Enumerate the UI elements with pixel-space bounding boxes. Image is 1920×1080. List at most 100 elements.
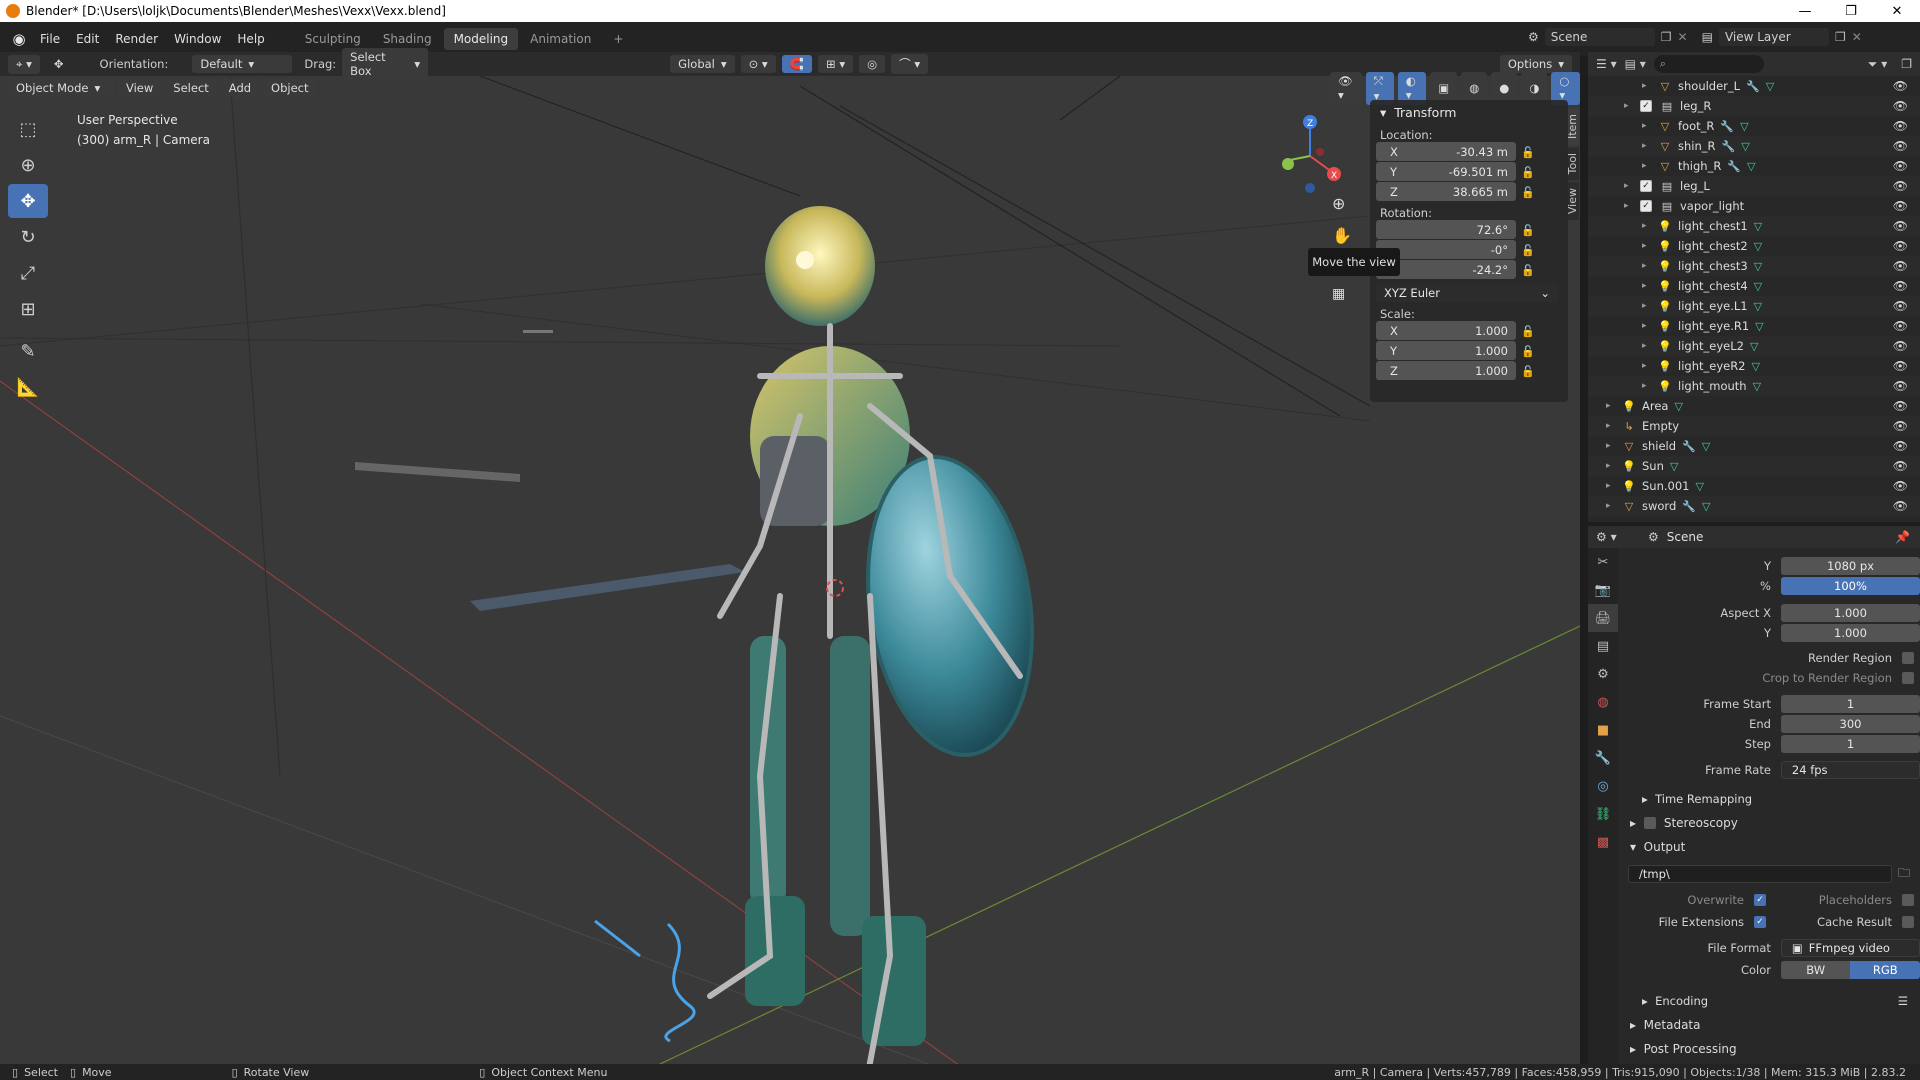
visibility-eye-icon[interactable]: 👁	[1893, 159, 1908, 173]
visibility-eye-icon[interactable]: 👁	[1893, 359, 1908, 373]
editor-type-button[interactable]: ⌖ ▾	[8, 54, 40, 74]
expand-arrow-icon[interactable]: ▸	[1642, 241, 1652, 251]
scale-tool-icon[interactable]: ⤢	[8, 256, 48, 290]
placeholders-checkbox[interactable]	[1902, 894, 1914, 906]
constraints-tab-icon[interactable]: ⛓	[1588, 800, 1618, 828]
scale-z-field[interactable]: Z 1.000	[1376, 361, 1516, 380]
frame-start-field[interactable]: 1	[1780, 695, 1920, 713]
transform-panel-header[interactable]: ▾ Transform	[1370, 100, 1568, 124]
snap-target-dropdown[interactable]: ⊞ ▾	[818, 55, 854, 73]
outliner-item[interactable]: ▸ 💡 light_mouth ▽ 👁	[1588, 376, 1920, 396]
falloff-dropdown[interactable]: ⌒ ▾	[891, 54, 929, 74]
color-rgb-button[interactable]: RGB	[1850, 961, 1920, 979]
world-tab-icon[interactable]: ◍	[1588, 688, 1618, 716]
tab-sculpting[interactable]: Sculpting	[295, 28, 371, 50]
expand-arrow-icon[interactable]: ▸	[1642, 121, 1652, 131]
select-box-tool-icon[interactable]: ⬚	[8, 112, 48, 146]
outliner-item[interactable]: ▸ ✓ ▤ leg_R 👁	[1588, 96, 1920, 116]
outliner-item[interactable]: ▸ 💡 light_eyeL2 ▽ 👁	[1588, 336, 1920, 356]
expand-arrow-icon[interactable]: ▸	[1606, 401, 1616, 411]
folder-icon[interactable]: 🗀	[1898, 864, 1910, 885]
resolution-percent-field[interactable]: 100%	[1780, 577, 1920, 595]
menu-add[interactable]: Add	[220, 79, 260, 97]
view-layer-icon[interactable]: ▤	[1702, 30, 1713, 44]
visibility-eye-icon[interactable]: 👁	[1893, 399, 1908, 413]
location-x-field[interactable]: X -30.43 m	[1376, 142, 1516, 161]
delete-view-layer-icon[interactable]: ✕	[1852, 30, 1862, 44]
visibility-eye-icon[interactable]: 👁	[1893, 259, 1908, 273]
metadata-section[interactable]: ▸ Metadata	[1622, 1014, 1920, 1036]
outliner-item[interactable]: ▸ ▽ sword 🔧 ▽ 👁	[1588, 496, 1920, 516]
menu-window[interactable]: Window	[166, 29, 229, 49]
visibility-eye-icon[interactable]: 👁	[1893, 379, 1908, 393]
stereoscopy-section[interactable]: ▸ Stereoscopy	[1622, 812, 1920, 834]
menu-object[interactable]: Object	[263, 79, 317, 97]
tab-animation[interactable]: Animation	[520, 28, 601, 50]
texture-tab-icon[interactable]: ▩	[1588, 828, 1618, 856]
measure-tool-icon[interactable]: 📐	[8, 370, 48, 404]
outliner-item[interactable]: ▸ 💡 Sun ▽ 👁	[1588, 456, 1920, 476]
outliner-item[interactable]: ▸ ↳ Empty 👁	[1588, 416, 1920, 436]
mode-dropdown[interactable]: Object Mode ▾	[8, 79, 114, 97]
add-workspace-icon[interactable]: +	[603, 28, 633, 50]
transform-tool-icon[interactable]: ⊞	[8, 292, 48, 326]
new-view-layer-icon[interactable]: ❐	[1835, 30, 1846, 44]
new-collection-icon[interactable]: ❐	[1901, 57, 1912, 71]
properties-editor-icon[interactable]: ⚙ ▾	[1596, 530, 1617, 544]
filter-icon[interactable]: ⏷ ▾	[1868, 57, 1887, 72]
pin-icon[interactable]: 📌	[1895, 530, 1910, 544]
outliner-item[interactable]: ▸ 💡 light_chest4 ▽ 👁	[1588, 276, 1920, 296]
lock-icon[interactable]: 🔓	[1516, 146, 1540, 159]
visibility-eye-icon[interactable]: 👁	[1893, 219, 1908, 233]
visibility-eye-icon[interactable]: 👁	[1893, 239, 1908, 253]
color-bw-button[interactable]: BW	[1780, 961, 1851, 979]
object-tab-icon[interactable]: ■	[1588, 716, 1618, 744]
post-processing-section[interactable]: ▸ Post Processing	[1622, 1038, 1920, 1060]
visibility-eye-icon[interactable]: 👁	[1893, 199, 1908, 213]
zoom-icon[interactable]: ⊕	[1332, 194, 1345, 213]
location-y-field[interactable]: Y -69.501 m	[1376, 162, 1516, 181]
expand-arrow-icon[interactable]: ▸	[1642, 81, 1652, 91]
menu-render[interactable]: Render	[107, 29, 166, 49]
output-path-input[interactable]: /tmp\	[1628, 865, 1892, 883]
view-layer-field[interactable]: View Layer	[1718, 28, 1829, 46]
delete-scene-icon[interactable]: ✕	[1678, 30, 1688, 44]
outliner-item[interactable]: ▸ 💡 light_eyeR2 ▽ 👁	[1588, 356, 1920, 376]
orientation-dropdown[interactable]: Default ▾	[192, 55, 293, 73]
frame-step-field[interactable]: 1	[1780, 735, 1920, 753]
outliner-item[interactable]: ▸ ▽ shoulder_L 🔧 ▽ 👁	[1588, 76, 1920, 96]
resolution-y-field[interactable]: 1080 px	[1780, 557, 1920, 575]
expand-arrow-icon[interactable]: ▸	[1642, 381, 1652, 391]
visibility-eye-icon[interactable]: 👁	[1893, 419, 1908, 433]
expand-arrow-icon[interactable]: ▸	[1642, 141, 1652, 151]
expand-arrow-icon[interactable]: ▸	[1642, 261, 1652, 271]
transform-orientation-dropdown[interactable]: Global ▾	[670, 55, 735, 73]
visibility-eye-icon[interactable]: 👁	[1893, 479, 1908, 493]
visibility-eye-icon[interactable]: 👁	[1893, 119, 1908, 133]
outliner-search-input[interactable]: ⌕	[1653, 55, 1764, 73]
frame-end-field[interactable]: 300	[1780, 715, 1920, 733]
camera-view-icon[interactable]: ▦	[1332, 286, 1345, 302]
expand-arrow-icon[interactable]: ▸	[1642, 281, 1652, 291]
tab-modeling[interactable]: Modeling	[443, 28, 519, 50]
expand-arrow-icon[interactable]: ▸	[1606, 501, 1616, 511]
visibility-eye-icon[interactable]: 👁	[1893, 459, 1908, 473]
visibility-eye-icon[interactable]: 👁	[1893, 319, 1908, 333]
outliner-item[interactable]: ▸ 💡 light_eye.R1 ▽ 👁	[1588, 316, 1920, 336]
expand-arrow-icon[interactable]: ▸	[1642, 321, 1652, 331]
scene-field[interactable]: Scene	[1544, 28, 1655, 46]
outliner-item[interactable]: ▸ 💡 Sun.001 ▽ 👁	[1588, 476, 1920, 496]
rotation-x-field[interactable]: 72.6°	[1376, 220, 1516, 239]
visibility-eye-icon[interactable]: 👁	[1893, 279, 1908, 293]
new-scene-icon[interactable]: ❐	[1661, 30, 1672, 44]
menu-help[interactable]: Help	[229, 29, 272, 49]
lock-icon[interactable]: 🔓	[1516, 186, 1540, 199]
tool-tab-icon[interactable]: ✂	[1588, 548, 1618, 576]
outliner-item[interactable]: ▸ 💡 light_chest1 ▽ 👁	[1588, 216, 1920, 236]
location-z-field[interactable]: Z 38.665 m	[1376, 182, 1516, 201]
rotate-tool-icon[interactable]: ↻	[8, 220, 48, 254]
crop-region-checkbox[interactable]	[1902, 672, 1914, 684]
expand-arrow-icon[interactable]: ▸	[1606, 461, 1616, 471]
snap-toggle[interactable]: 🧲	[781, 55, 813, 73]
rotation-mode-dropdown[interactable]: XYZ Euler ⌄	[1376, 283, 1558, 302]
